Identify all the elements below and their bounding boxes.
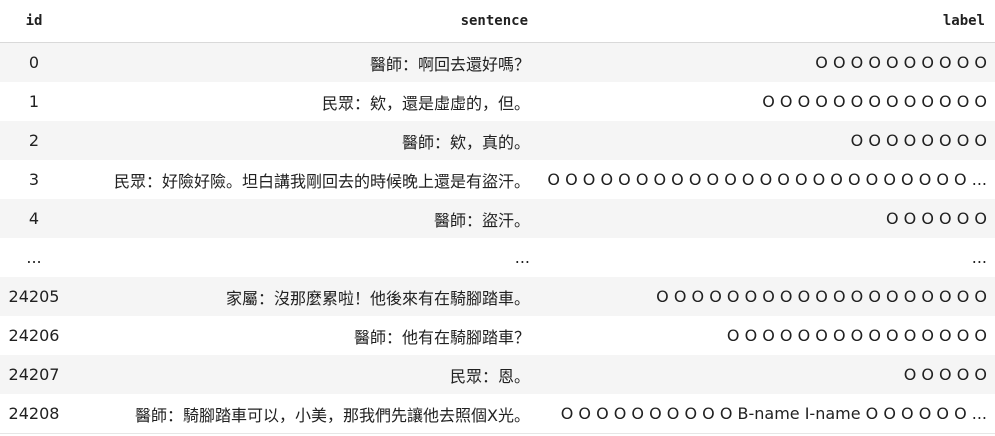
cell-sentence: 醫師：盜汗。: [68, 199, 538, 238]
cell-id: 24208: [0, 394, 68, 434]
table-row: 1 民眾：欸，還是虛虛的，但。 O O O O O O O O O O O O O: [0, 82, 995, 121]
cell-sentence: 醫師：啊回去還好嗎？: [68, 42, 538, 82]
cell-sentence: 民眾：欸，還是虛虛的，但。: [68, 82, 538, 121]
table-row: 0 醫師：啊回去還好嗎？ O O O O O O O O O O: [0, 42, 995, 82]
cell-label: O O O O O O O O: [538, 121, 995, 160]
cell-sentence: 醫師：欸，真的。: [68, 121, 538, 160]
cell-sentence: ...: [68, 238, 538, 277]
table-row: 24207 民眾：恩。 O O O O O: [0, 355, 995, 394]
cell-id: 0: [0, 42, 68, 82]
cell-label: O O O O O: [538, 355, 995, 394]
table-row: 24208 醫師：騎腳踏車可以，小美，那我們先讓他去照個X光。 O O O O O …: [0, 394, 995, 434]
cell-label: O O O O O O O O O O: [538, 42, 995, 82]
cell-label: O O O O O O O O O O B-name I-name O O O …: [538, 394, 995, 434]
cell-id: 2: [0, 121, 68, 160]
header-row: id sentence label: [0, 0, 995, 43]
table-row: .........: [0, 238, 995, 277]
column-header-label: label: [538, 0, 995, 43]
cell-sentence: 醫師：騎腳踏車可以，小美，那我們先讓他去照個X光。: [68, 394, 538, 434]
cell-sentence: 家屬：沒那麼累啦！他後來有在騎腳踏車。: [68, 277, 538, 316]
cell-id: 1: [0, 82, 68, 121]
cell-sentence: 醫師：他有在騎腳踏車？: [68, 316, 538, 355]
cell-label: O O O O O O O O O O O O O O O: [538, 316, 995, 355]
table-header: id sentence label: [0, 0, 995, 43]
dataframe-table: id sentence label 0 醫師：啊回去還好嗎？ O O O O O O…: [0, 0, 995, 434]
cell-label: O O O O O O O O O O O O O: [538, 82, 995, 121]
cell-sentence: 民眾：好險好險。坦白講我剛回去的時候晚上還是有盜汗。: [68, 160, 538, 199]
table-row: 2 醫師：欸，真的。 O O O O O O O O: [0, 121, 995, 160]
table-row: 3 民眾：好險好險。坦白講我剛回去的時候晚上還是有盜汗。 O O O O O O O…: [0, 160, 995, 199]
cell-id: 24205: [0, 277, 68, 316]
cell-label: O O O O O O: [538, 199, 995, 238]
cell-label: ...: [538, 238, 995, 277]
table-row: 24206 醫師：他有在騎腳踏車？ O O O O O O O O O O O O …: [0, 316, 995, 355]
column-header-id: id: [0, 0, 68, 43]
cell-id: 3: [0, 160, 68, 199]
table-row: 24205 家屬：沒那麼累啦！他後來有在騎腳踏車。 O O O O O O O O …: [0, 277, 995, 316]
table-row: 4 醫師：盜汗。 O O O O O O: [0, 199, 995, 238]
cell-label: O O O O O O O O O O O O O O O O O O O O …: [538, 160, 995, 199]
cell-id: 24206: [0, 316, 68, 355]
column-header-sentence: sentence: [68, 0, 538, 43]
cell-id: ...: [0, 238, 68, 277]
cell-label: O O O O O O O O O O O O O O O O O O O: [538, 277, 995, 316]
cell-id: 24207: [0, 355, 68, 394]
cell-sentence: 民眾：恩。: [68, 355, 538, 394]
dataframe-view: id sentence label 0 醫師：啊回去還好嗎？ O O O O O O…: [0, 0, 995, 436]
table-body: 0 醫師：啊回去還好嗎？ O O O O O O O O O O 1 民眾：欸，還是虛虛…: [0, 42, 995, 434]
cell-id: 4: [0, 199, 68, 238]
